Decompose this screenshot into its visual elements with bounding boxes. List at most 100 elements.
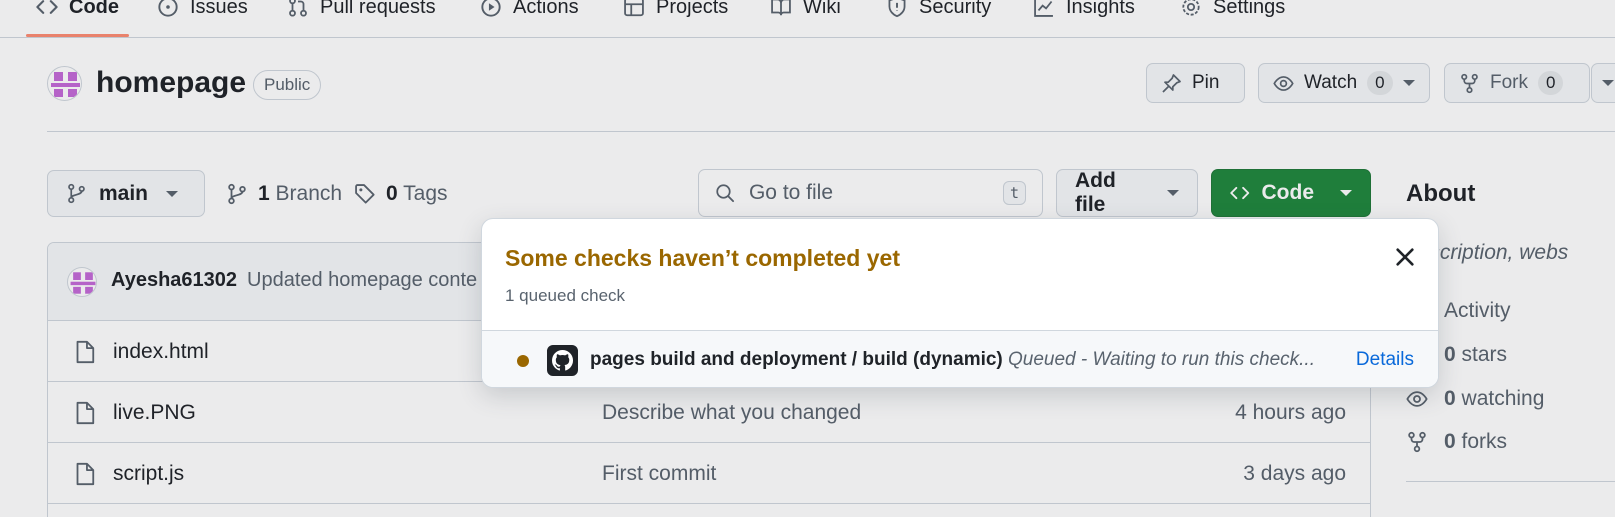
check-run-status: Queued - Waiting to run this check... <box>1008 349 1315 370</box>
tab-projects[interactable]: Projects <box>623 0 728 26</box>
checks-popover-subtitle: 1 queued check <box>505 286 626 305</box>
commit-message[interactable]: Updated homepage conte <box>247 269 477 292</box>
git-pull-request-icon <box>289 0 307 17</box>
forks-label: forks <box>1461 430 1508 453</box>
tab-settings-label: Settings <box>1213 0 1286 18</box>
branch-select-button[interactable]: main <box>47 170 205 217</box>
shield-icon <box>888 0 906 18</box>
repo-tab-nav: Code Issues Pull requests Actions Projec… <box>0 0 1615 38</box>
tab-insights[interactable]: Insights <box>1033 0 1135 26</box>
fork-button[interactable]: Fork 0 <box>1444 63 1590 103</box>
file-commit-message[interactable]: Describe what you changed <box>602 401 861 425</box>
watching-label: watching <box>1461 387 1545 410</box>
tab-security-label: Security <box>919 0 992 18</box>
file-icon <box>76 340 95 364</box>
play-icon <box>481 0 501 17</box>
tab-wiki[interactable]: Wiki <box>770 0 841 26</box>
tags-link[interactable]: 0 Tags <box>354 170 448 217</box>
watching-link[interactable]: 0 watching <box>1406 384 1544 414</box>
activity-label: Activity <box>1444 299 1511 322</box>
branch-count: 1 <box>258 181 270 205</box>
header-divider <box>47 131 1615 132</box>
tab-insights-label: Insights <box>1066 0 1135 18</box>
file-commit-time: 4 hours ago <box>1235 401 1346 424</box>
eye-icon <box>1406 391 1428 407</box>
table-icon <box>624 0 644 17</box>
close-icon[interactable] <box>1392 244 1418 270</box>
visibility-badge: Public <box>253 70 322 100</box>
file-icon <box>76 462 95 486</box>
tab-actions[interactable]: Actions <box>480 0 579 26</box>
issue-opened-icon <box>158 0 178 17</box>
github-mark-icon <box>547 345 578 376</box>
tab-security[interactable]: Security <box>886 0 991 26</box>
about-divider <box>1406 481 1615 482</box>
tab-pull-requests-label: Pull requests <box>320 0 436 18</box>
go-to-file-input[interactable] <box>748 181 989 205</box>
tab-pull-requests[interactable]: Pull requests <box>287 0 436 26</box>
stars-count: 0 <box>1444 343 1456 366</box>
check-details-link[interactable]: Details <box>1356 349 1414 371</box>
queued-status-dot-icon <box>517 355 529 367</box>
file-commit-message[interactable]: First commit <box>602 462 716 486</box>
tab-code-label: Code <box>69 0 119 18</box>
check-run-row: pages build and deployment / build (dyna… <box>482 330 1438 387</box>
chevron-down-icon <box>1602 80 1614 86</box>
file-name[interactable]: index.html <box>113 340 209 364</box>
repo-owner-avatar[interactable] <box>47 66 82 101</box>
table-row: live.PNG Describe what you changed 4 hou… <box>48 382 1370 443</box>
watching-count: 0 <box>1444 387 1456 410</box>
forks-link[interactable]: 0 forks <box>1406 427 1507 457</box>
graph-icon <box>1034 0 1053 17</box>
tab-code[interactable]: Code <box>26 0 129 37</box>
gear-icon <box>1182 0 1200 16</box>
code-icon <box>1230 186 1250 200</box>
file-name[interactable]: live.PNG <box>113 401 196 425</box>
commit-author[interactable]: Ayesha61302 <box>111 269 237 292</box>
search-shortcut-key: t <box>1002 181 1026 205</box>
repo-name[interactable]: homepage <box>96 66 246 100</box>
stars-label: stars <box>1461 343 1508 366</box>
tab-wiki-label: Wiki <box>803 0 841 18</box>
repo-forked-icon <box>1461 73 1478 93</box>
fork-count: 0 <box>1538 71 1564 95</box>
file-commit-time: 3 days ago <box>1243 462 1346 485</box>
file-icon <box>76 401 95 425</box>
tab-issues[interactable]: Issues <box>157 0 248 26</box>
file-name[interactable]: script.js <box>113 462 184 486</box>
tab-issues-label: Issues <box>190 0 248 18</box>
watch-button[interactable]: Watch 0 <box>1258 63 1430 103</box>
chevron-down-icon <box>1340 190 1352 196</box>
tag-icon <box>355 183 375 204</box>
repo-forked-icon <box>1408 431 1426 453</box>
avatar[interactable] <box>67 267 97 297</box>
forks-count: 0 <box>1444 430 1456 453</box>
pin-label: Pin <box>1192 72 1220 93</box>
git-branch-icon <box>228 183 246 204</box>
pin-icon <box>1162 73 1181 93</box>
branch-name: main <box>99 181 149 205</box>
tab-settings[interactable]: Settings <box>1180 0 1285 26</box>
eye-icon <box>1273 75 1294 91</box>
tag-count: 0 <box>386 181 398 205</box>
tab-actions-label: Actions <box>513 0 579 18</box>
add-file-button[interactable]: Add file <box>1056 169 1198 217</box>
watch-label: Watch <box>1304 72 1358 93</box>
fork-label: Fork <box>1490 72 1528 93</box>
code-icon <box>36 0 58 14</box>
check-run-name: pages build and deployment / build (dyna… <box>590 349 1003 370</box>
tab-projects-label: Projects <box>656 0 729 18</box>
checks-popover-title: Some checks haven’t completed yet <box>505 245 900 271</box>
chevron-down-icon <box>1167 190 1179 196</box>
go-to-file-search[interactable]: t <box>698 169 1043 217</box>
add-file-label: Add file <box>1075 169 1116 216</box>
code-button-label: Code <box>1261 181 1315 204</box>
chevron-down-icon <box>166 190 179 197</box>
branches-link[interactable]: 1 Branch <box>226 170 342 217</box>
book-icon <box>771 0 791 16</box>
pin-button[interactable]: Pin <box>1146 63 1245 103</box>
code-button[interactable]: Code <box>1211 169 1371 217</box>
about-heading: About <box>1406 180 1476 207</box>
fork-dropdown-button[interactable] <box>1591 63 1615 103</box>
watch-count: 0 <box>1367 71 1393 95</box>
